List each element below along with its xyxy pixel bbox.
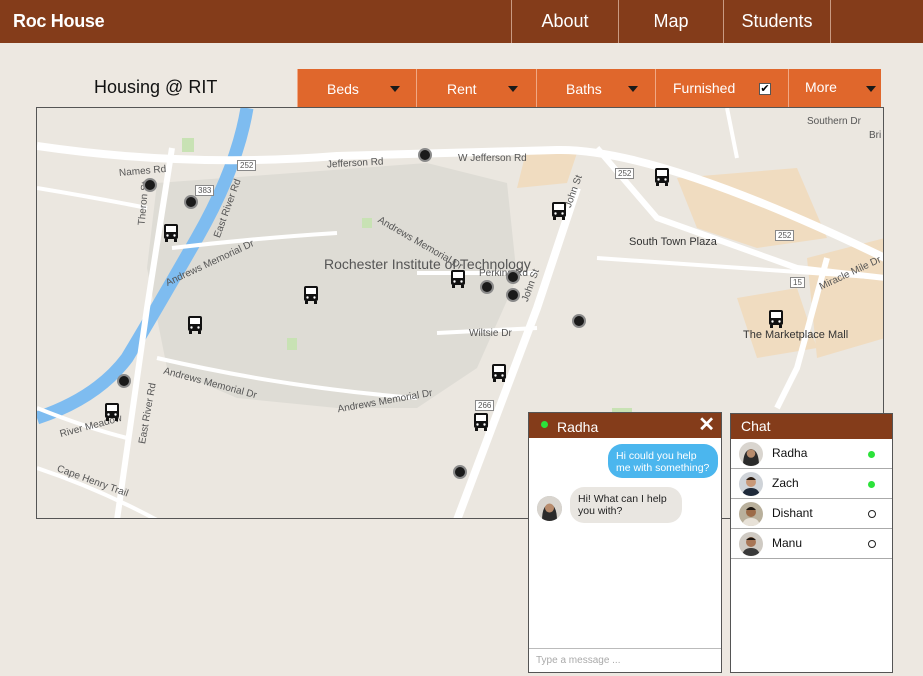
rent-filter-dropdown[interactable]: Rent <box>416 69 536 107</box>
housing-pin[interactable] <box>453 465 467 479</box>
close-icon[interactable]: ✕ <box>698 414 715 436</box>
chat-window: Radha ✕ Hi could you help me with someth… <box>528 412 722 673</box>
furnished-filter-label: Furnished <box>673 80 736 96</box>
avatar <box>739 442 763 466</box>
perkins-rd-label: Perkins Rd <box>479 268 528 279</box>
online-status-icon <box>541 421 548 428</box>
bus-stop-icon[interactable] <box>654 168 670 186</box>
avatar <box>739 472 763 496</box>
message-input[interactable] <box>529 648 721 672</box>
route-383-label: 383 <box>195 185 215 196</box>
nav-about-link[interactable]: About <box>511 0 618 43</box>
more-filter-dropdown[interactable]: More <box>788 69 881 107</box>
housing-pin[interactable] <box>506 270 520 284</box>
nav-empty-slot <box>830 0 923 43</box>
wiltsie-dr-label: Wiltsie Dr <box>469 328 512 339</box>
chat-contact-name: Radha <box>557 419 599 435</box>
offline-status-icon <box>868 540 876 548</box>
baths-filter-dropdown[interactable]: Baths <box>536 69 655 107</box>
housing-pin[interactable] <box>572 314 586 328</box>
top-nav-bar: Roc House About Map Students <box>0 0 923 43</box>
route-252-label-c: 252 <box>775 230 795 241</box>
baths-filter-label: Baths <box>566 81 602 97</box>
nav-students-link[interactable]: Students <box>723 0 830 43</box>
beds-filter-label: Beds <box>327 81 359 97</box>
bus-stop-icon[interactable] <box>551 202 567 220</box>
more-filter-label: More <box>805 79 837 95</box>
housing-pin[interactable] <box>143 178 157 192</box>
chevron-down-icon <box>866 86 876 92</box>
page-title: Housing @ RIT <box>94 77 218 97</box>
campus-label: Rochester Institute of Technology <box>324 256 531 272</box>
rent-filter-label: Rent <box>447 81 477 97</box>
furnished-filter[interactable]: Furnished ✔ <box>655 69 788 107</box>
contact-item-zach[interactable]: Zach <box>731 469 892 499</box>
housing-pin[interactable] <box>506 288 520 302</box>
chat-panel-title: Chat <box>731 414 892 439</box>
incoming-message: Hi! What can I help you with? <box>570 487 682 523</box>
contact-name: Zach <box>772 476 799 490</box>
route-266-label: 266 <box>475 400 495 411</box>
offline-status-icon <box>868 510 876 518</box>
bus-stop-icon[interactable] <box>187 316 203 334</box>
contact-item-manu[interactable]: Manu <box>731 529 892 559</box>
online-status-icon <box>868 451 875 458</box>
marketplace-mall-label: The Marketplace Mall <box>743 329 849 341</box>
chat-contacts-panel: Chat Radha Zach Dishant Manu <box>730 413 893 673</box>
bus-stop-icon[interactable] <box>491 364 507 382</box>
bus-stop-icon[interactable] <box>104 403 120 421</box>
route-252-label-a: 252 <box>237 160 257 171</box>
route-252-label-b: 252 <box>615 168 635 179</box>
bus-stop-icon[interactable] <box>473 413 489 431</box>
outgoing-message: Hi could you help me with something? <box>608 444 718 478</box>
housing-pin[interactable] <box>117 374 131 388</box>
nav-map-link[interactable]: Map <box>618 0 723 43</box>
contact-name: Manu <box>772 536 803 550</box>
avatar <box>739 502 763 526</box>
bri-label: Bri <box>869 130 882 141</box>
avatar <box>537 496 562 521</box>
south-town-plaza-label: South Town Plaza <box>629 236 717 248</box>
housing-pin[interactable] <box>418 148 432 162</box>
southern-dr-label: Southern Dr <box>807 116 861 127</box>
contact-item-radha[interactable]: Radha <box>731 439 892 469</box>
contact-name: Dishant <box>772 506 813 520</box>
route-15-label: 15 <box>790 277 805 288</box>
online-status-icon <box>868 481 875 488</box>
contact-name: Radha <box>772 446 808 460</box>
brand-logo[interactable]: Roc House <box>13 11 105 32</box>
chevron-down-icon <box>508 86 518 92</box>
beds-filter-dropdown[interactable]: Beds <box>297 69 416 107</box>
bus-stop-icon[interactable] <box>163 224 179 242</box>
chevron-down-icon <box>628 86 638 92</box>
avatar <box>739 532 763 556</box>
bus-stop-icon[interactable] <box>768 310 784 328</box>
housing-pin[interactable] <box>184 195 198 209</box>
chat-window-header: Radha ✕ <box>529 413 721 438</box>
w-jefferson-rd-label: W Jefferson Rd <box>458 153 527 164</box>
housing-pin[interactable] <box>480 280 494 294</box>
bus-stop-icon[interactable] <box>450 270 466 288</box>
chevron-down-icon <box>390 86 400 92</box>
contact-item-dishant[interactable]: Dishant <box>731 499 892 529</box>
furnished-checkbox[interactable]: ✔ <box>759 83 771 95</box>
bus-stop-icon[interactable] <box>303 286 319 304</box>
